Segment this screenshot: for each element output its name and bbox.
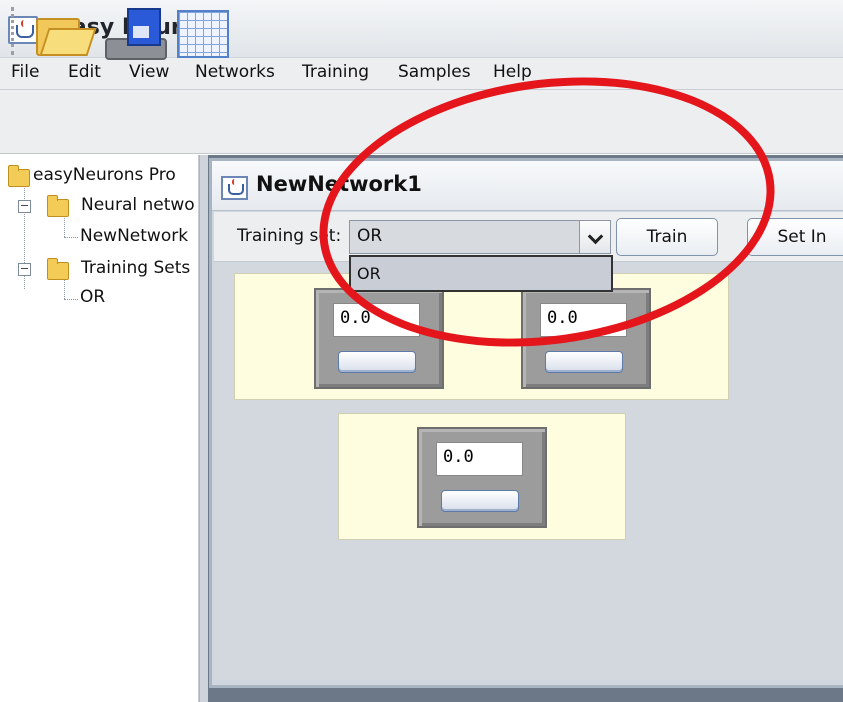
menu-networks[interactable]: Networks [195,62,275,82]
neuron-button[interactable] [441,490,519,512]
training-set-label: Training set: [237,226,342,246]
tree-item-or[interactable]: OR [80,287,105,307]
folder-icon [47,258,69,280]
java-cup-icon [221,176,248,200]
project-tree: easyNeurons Pro − Neural netwo NewNetwor… [0,155,199,702]
train-button[interactable]: Train [616,218,718,256]
neuron-button[interactable] [545,351,623,373]
split-pane-divider[interactable] [199,155,208,702]
network-window-title: NewNetwork1 [256,172,422,196]
chevron-down-icon[interactable] [579,221,610,253]
menu-training[interactable]: Training [302,62,369,82]
tree-node-neural-networks[interactable]: Neural netwo [81,195,195,215]
save-disk-icon[interactable] [105,8,169,60]
collapse-toggle-icon[interactable]: − [18,200,31,213]
menu-edit[interactable]: Edit [68,62,101,82]
menu-file[interactable]: File [11,62,39,82]
tree-node-training-sets[interactable]: Training Sets [81,258,190,278]
neuron-button[interactable] [338,351,416,373]
open-folder-icon[interactable] [36,12,97,56]
menu-view[interactable]: View [129,62,169,82]
table-icon[interactable] [177,10,229,58]
training-set-dropdown-list [349,255,613,292]
toolbar-grip[interactable] [11,7,14,55]
training-set-selected[interactable]: OR [357,226,382,246]
menu-samples[interactable]: Samples [398,62,471,82]
neuron-value: 0.0 [540,303,627,337]
neuron-value: 0.0 [333,303,420,337]
collapse-toggle-icon[interactable]: − [18,263,31,276]
tree-item-newnetwork[interactable]: NewNetwork [80,226,188,246]
neuron-value: 0.0 [436,442,523,476]
folder-icon [8,165,30,187]
training-set-combo[interactable] [349,220,611,254]
menu-help[interactable]: Help [493,62,532,82]
input-layer [234,273,729,400]
menu-bar: File Edit View Networks Training Samples… [0,58,843,90]
folder-icon [47,195,69,217]
tree-root[interactable]: easyNeurons Pro [33,165,176,185]
dropdown-option[interactable]: OR [357,264,381,283]
toolbar [0,90,843,154]
set-input-button[interactable]: Set In [747,218,843,256]
